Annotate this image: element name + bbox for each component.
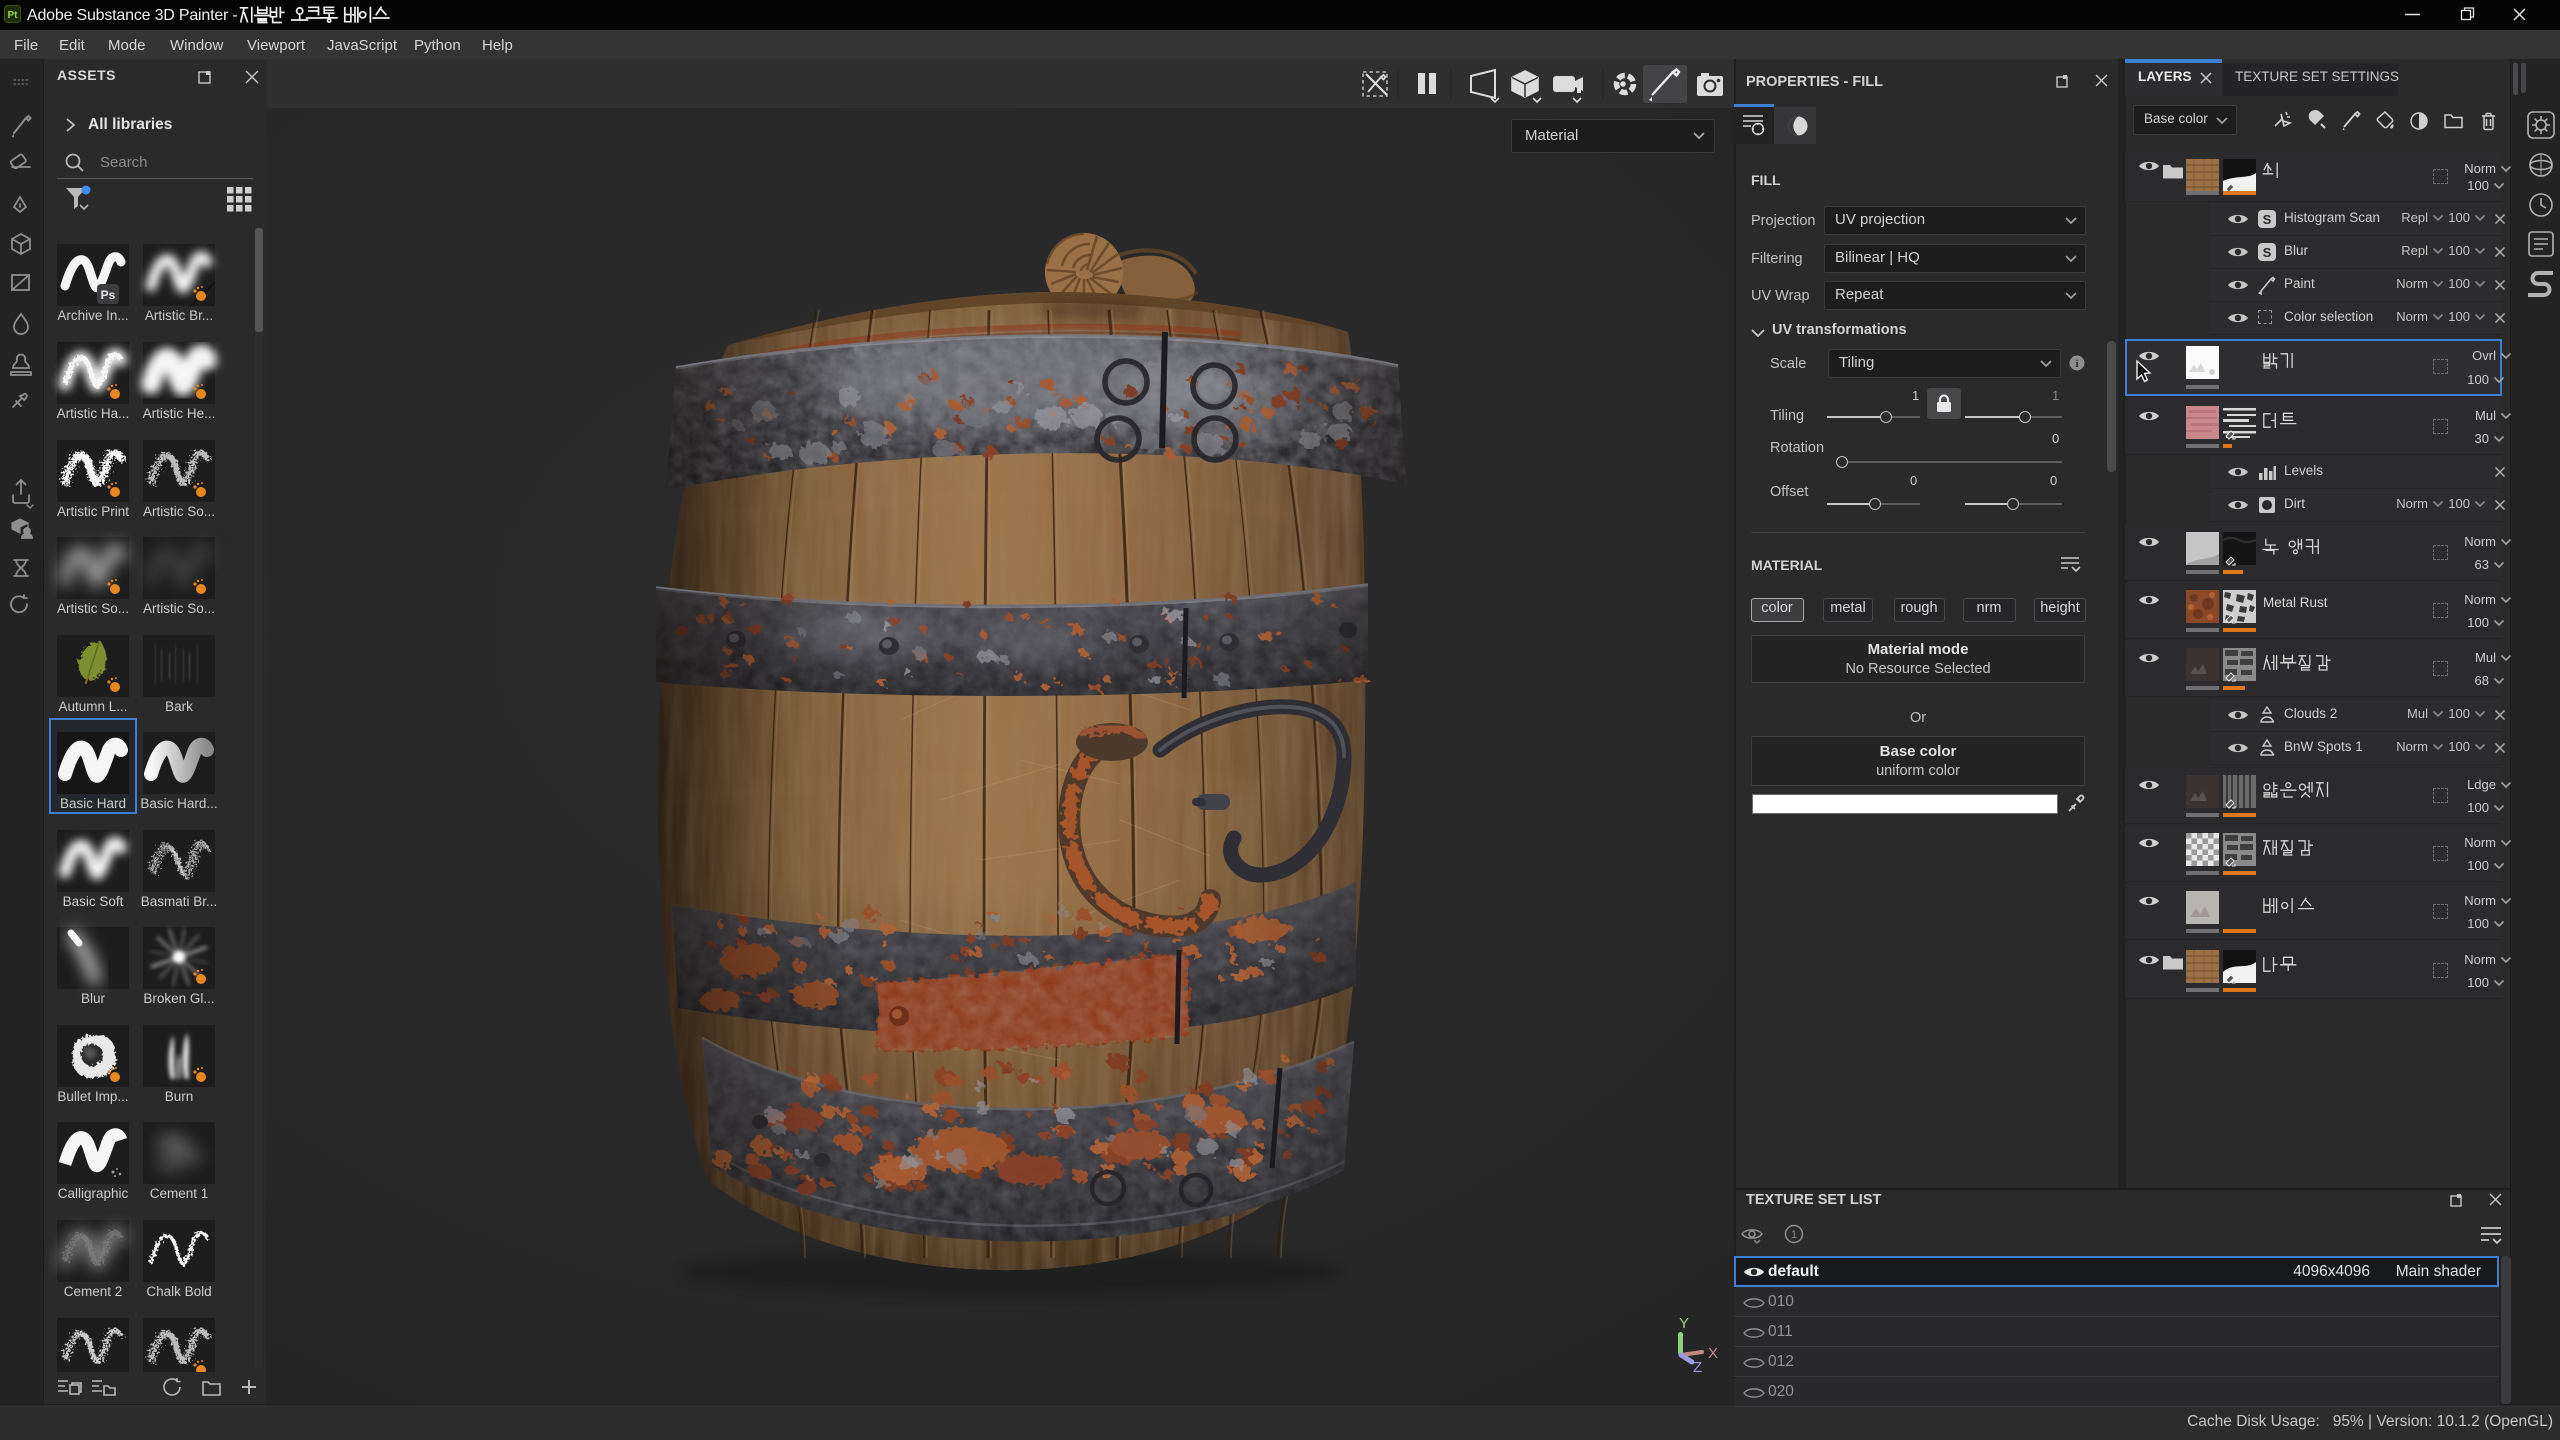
svg-text:S: S [2263,212,2272,227]
svg-text:X: X [1708,1345,1718,1362]
svg-text:i: i [2075,358,2078,370]
svg-text:Y: Y [1679,1315,1689,1332]
svg-text:1: 1 [1791,1229,1797,1241]
svg-text:Pt: Pt [8,10,19,21]
svg-text:Ps: Ps [101,288,116,302]
svg-text:S: S [2263,245,2272,260]
svg-text:Z: Z [1693,1359,1702,1376]
